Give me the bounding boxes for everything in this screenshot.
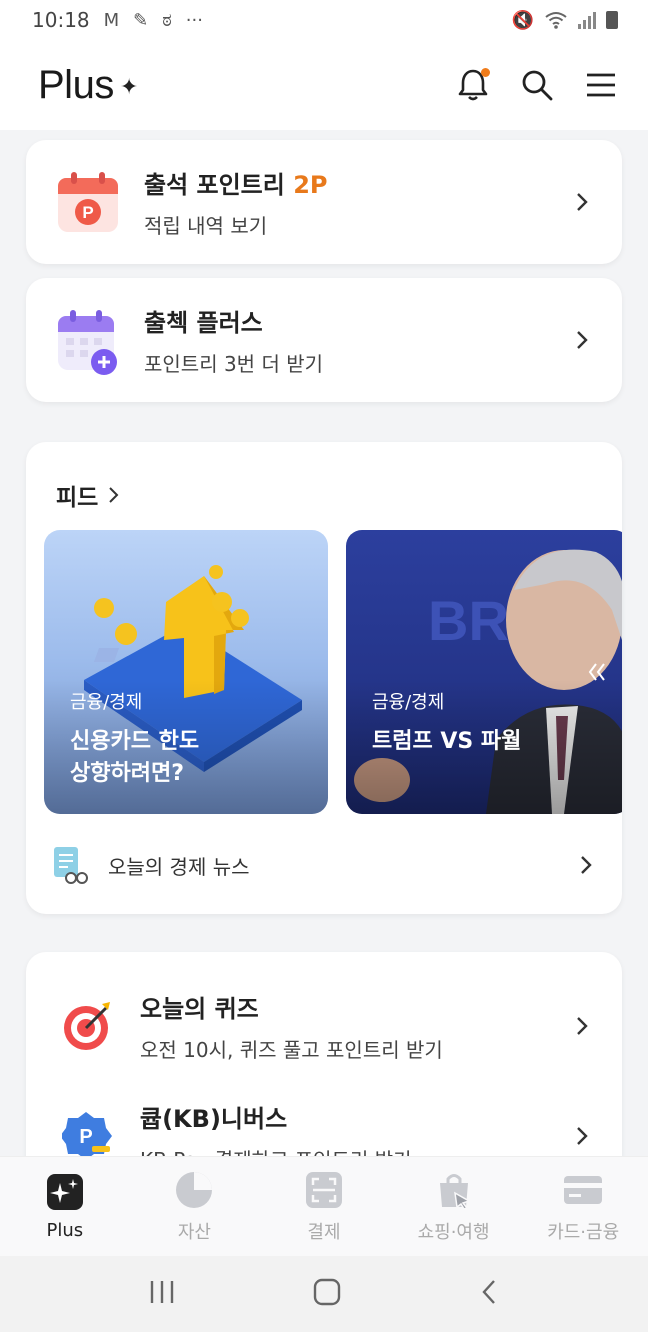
- attendance-plus-subtitle: 포인트리 3번 더 받기: [144, 352, 323, 376]
- nav-card-finance[interactable]: 카드·금융: [523, 1170, 643, 1244]
- nav-plus[interactable]: Plus: [5, 1172, 125, 1241]
- attendance-plus-card[interactable]: 출첵 플러스 포인트리 3번 더 받기: [26, 278, 622, 402]
- points-badge-icon: P: [62, 1112, 112, 1160]
- gmail-icon: M: [103, 9, 120, 31]
- search-icon: [522, 70, 553, 101]
- back-icon: [482, 1280, 495, 1304]
- battery-icon: [606, 11, 618, 29]
- wifi-icon: [545, 12, 567, 29]
- feed-item-trump-powell[interactable]: BR 금융/경제 트럼프 VS 파월: [346, 530, 622, 814]
- feed-item-credit-card[interactable]: 금융/경제 신용카드 한도 상향하려면?: [44, 530, 328, 814]
- nav-label: 쇼핑·여행: [417, 1221, 490, 1243]
- nav-assets[interactable]: 자산: [134, 1170, 254, 1244]
- target-icon: [64, 1002, 110, 1050]
- attendance-card[interactable]: P 출석 포인트리 2P 적립 내역 보기: [26, 140, 622, 264]
- scan-icon: [304, 1170, 344, 1210]
- feed-carousel[interactable]: 금융/경제 신용카드 한도 상향하려면? BR 금융/경제 트럼프 VS 파월: [44, 530, 622, 814]
- quiz-row[interactable]: 오늘의 퀴즈 오전 10시, 퀴즈 풀고 포인트리 받기: [26, 974, 622, 1078]
- nav-label: Plus: [46, 1220, 84, 1241]
- chevron-right-icon: [577, 193, 588, 211]
- attendance-subtitle: 적립 내역 보기: [144, 214, 268, 238]
- shopping-bag-icon: [434, 1170, 474, 1210]
- notification-button[interactable]: [456, 68, 490, 102]
- calendar-p-icon: P: [56, 170, 120, 234]
- recent-apps-icon: [150, 1281, 174, 1303]
- chevron-right-icon: [109, 487, 119, 503]
- home-button[interactable]: [313, 1278, 341, 1310]
- chevron-right-icon: [577, 1127, 588, 1145]
- status-bar: 10:18 M ✎ ಠ ··· 🔇: [0, 0, 648, 40]
- svg-text:P: P: [79, 1126, 92, 1148]
- feed-category: 금융/경제: [70, 692, 143, 713]
- notification-dot: [481, 68, 490, 77]
- mute-icon: 🔇: [511, 9, 534, 31]
- brand-name: Plus: [38, 62, 114, 107]
- chevron-right-icon: [577, 331, 588, 349]
- quiz-title: 오늘의 퀴즈: [140, 995, 259, 1023]
- nav-shopping-travel[interactable]: 쇼핑·여행: [394, 1170, 514, 1244]
- points-value: 2P: [293, 171, 328, 199]
- feed-header[interactable]: 피드: [56, 478, 120, 512]
- nav-label: 자산: [177, 1221, 211, 1243]
- pie-chart-icon: [174, 1170, 214, 1210]
- svg-text:P: P: [82, 203, 93, 222]
- status-time: 10:18: [32, 8, 90, 32]
- quiz-subtitle: 오전 10시, 퀴즈 풀고 포인트리 받기: [140, 1038, 443, 1062]
- app-header: Plus ✦: [0, 40, 648, 130]
- feed-headline: 신용카드 한도 상향하려면?: [70, 729, 200, 786]
- calendar-plus-icon: [56, 308, 120, 375]
- more-notifications-icon: ···: [185, 9, 203, 31]
- recent-apps-button[interactable]: [149, 1279, 175, 1309]
- double-chevron-left-icon: [588, 663, 605, 681]
- feed-title: 피드: [56, 485, 99, 511]
- home-icon: [313, 1278, 341, 1306]
- search-button[interactable]: [520, 68, 554, 102]
- nav-label: 결제: [307, 1221, 341, 1243]
- signal-icon: [578, 11, 596, 29]
- brand-logo: Plus ✦: [38, 63, 138, 108]
- person-photo-illustration: BR: [346, 549, 622, 814]
- chevron-right-icon: [581, 856, 592, 874]
- feed-headline: 트럼프 VS 파월: [372, 729, 522, 754]
- feed-category: 금융/경제: [372, 692, 445, 713]
- attendance-title: 출석 포인트리 2P: [144, 171, 328, 199]
- chevron-right-icon: [577, 1017, 588, 1035]
- feed-card: 피드 금융/경제 신용카드 한도 상향하려면? BR 금융/경제 트럼프 VS …: [26, 442, 622, 914]
- app-notification-icon: ✎: [133, 9, 149, 31]
- kb-verse-title: 큡(KB)니버스: [140, 1105, 288, 1133]
- news-document-icon: [54, 847, 88, 884]
- menu-button[interactable]: [584, 68, 618, 102]
- economy-news-link[interactable]: 오늘의 경제 뉴스: [52, 840, 596, 890]
- svg-text:BR: BR: [428, 589, 509, 652]
- sparkle-icon: ✦: [119, 74, 139, 100]
- back-button[interactable]: [479, 1278, 499, 1310]
- economy-news-label: 오늘의 경제 뉴스: [108, 854, 250, 879]
- card-icon: [563, 1170, 603, 1210]
- nav-payment[interactable]: 결제: [264, 1170, 384, 1244]
- system-navigation-bar: [0, 1256, 648, 1332]
- hamburger-icon: [587, 73, 615, 97]
- plus-spark-icon: [45, 1172, 85, 1212]
- rabbit-icon: ಠ: [162, 9, 172, 31]
- attendance-plus-title: 출첵 플러스: [144, 309, 263, 337]
- bottom-navigation: Plus 자산 결제 쇼핑·여행 카드·금융: [0, 1156, 648, 1256]
- nav-label: 카드·금융: [547, 1221, 620, 1243]
